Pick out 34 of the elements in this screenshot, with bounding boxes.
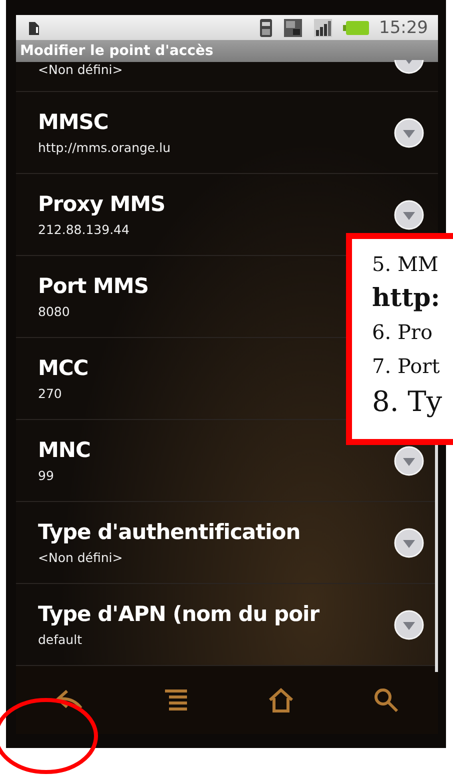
- setting-title: Port MMS: [38, 274, 148, 298]
- setting-item[interactable]: Type d'authentification <Non défini>: [16, 502, 438, 584]
- sd-card-icon: [28, 20, 40, 36]
- dropdown-icon[interactable]: [394, 610, 424, 640]
- setting-title: MNC: [38, 438, 90, 462]
- home-icon[interactable]: [267, 687, 295, 713]
- setting-title: Proxy MMS: [38, 192, 166, 216]
- setting-item[interactable]: MMSC http://mms.orange.lu: [16, 92, 438, 174]
- setting-value: <Non défini>: [38, 62, 123, 77]
- dropdown-icon[interactable]: [394, 118, 424, 148]
- setting-value: 212.88.139.44: [38, 222, 130, 237]
- search-icon[interactable]: [373, 687, 399, 713]
- menu-icon[interactable]: [163, 688, 189, 712]
- setting-title: MCC: [38, 356, 88, 380]
- dropdown-icon[interactable]: [394, 446, 424, 476]
- setting-value: 270: [38, 386, 62, 401]
- signal-bars-icon: [313, 18, 333, 38]
- battery-icon: [343, 20, 369, 34]
- dropdown-icon[interactable]: [394, 528, 424, 558]
- screen-title: Modifier le point d'accès: [16, 40, 438, 62]
- network-3g-icon: [283, 18, 303, 38]
- clock-time: 15:29: [379, 18, 428, 38]
- setting-value: 99: [38, 468, 54, 483]
- setting-title: MMSC: [38, 110, 108, 134]
- setting-value: default: [38, 632, 82, 647]
- setting-value: http://mms.orange.lu: [38, 140, 170, 155]
- setting-value: 8080: [38, 304, 70, 319]
- dropdown-icon[interactable]: [394, 200, 424, 230]
- setting-title: Type d'APN (nom du poir: [38, 602, 320, 626]
- annotation-text: 7. Port: [372, 353, 441, 380]
- annotation-text: http:: [372, 283, 441, 313]
- setting-title: Type d'authentification: [38, 520, 300, 544]
- phone-signal-icon: [259, 18, 273, 38]
- setting-value: <Non défini>: [38, 550, 123, 565]
